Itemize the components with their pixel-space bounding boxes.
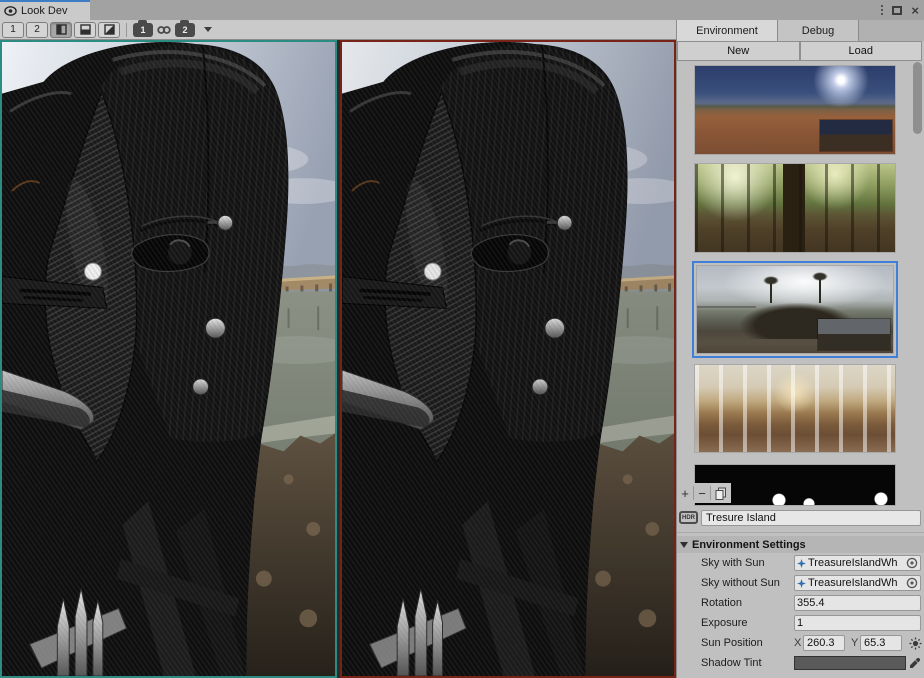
tab-look-dev[interactable]: Look Dev <box>0 0 90 20</box>
exposure-row: Exposure 1 <box>677 615 924 633</box>
rotation-row: Rotation 355.4 <box>677 595 924 613</box>
window-menu-icon[interactable] <box>881 5 883 15</box>
tab-debug[interactable]: Debug <box>778 20 859 41</box>
sun-position-picker-button[interactable] <box>908 636 922 650</box>
link-icon <box>157 25 171 35</box>
sun-icon <box>909 637 922 650</box>
split-horizontal-view-button[interactable] <box>74 22 96 38</box>
env-thumbnail-treasure-island-inset <box>818 319 890 350</box>
shadow-tint-row: Shadow Tint <box>677 655 924 673</box>
hdr-badge-icon: HDR <box>679 511 698 524</box>
env-thumbnail-church-interior[interactable] <box>695 365 895 452</box>
add-environment-button[interactable]: + <box>677 483 693 503</box>
exposure-field[interactable]: 1 <box>794 615 921 631</box>
remove-environment-button[interactable]: − <box>694 483 710 503</box>
environment-name-field[interactable]: Tresure Island <box>701 510 921 526</box>
side-by-side-view-button[interactable] <box>50 22 72 38</box>
tab-environment[interactable]: Environment <box>677 20 778 41</box>
lookdev-toolbar: 1 2 1 <box>0 20 676 40</box>
sun-position-row: Sun Position X 260.3 Y 65.3 <box>677 635 924 653</box>
eyedropper-icon <box>909 657 921 669</box>
thumbnail-palm-tree <box>770 281 772 303</box>
hdr-name-row: HDR Tresure Island <box>677 509 924 529</box>
single-view-1-button[interactable]: 1 <box>2 22 24 38</box>
toolbar-separator <box>126 23 127 37</box>
split-vertical-icon <box>56 24 67 35</box>
object-picker-icon[interactable] <box>906 557 918 569</box>
environment-panel: Environment Debug New Load <box>676 20 924 678</box>
env-thumbnail-desert-sun[interactable] <box>695 66 895 154</box>
new-environment-button[interactable]: New <box>677 41 800 61</box>
env-thumbnail-treasure-island[interactable] <box>697 266 893 353</box>
shadow-tint-color-swatch[interactable] <box>794 656 906 670</box>
link-cameras-button[interactable] <box>155 25 173 35</box>
x-axis-label: X <box>794 637 801 649</box>
environment-settings-header[interactable]: Environment Settings <box>677 536 924 553</box>
render-view-2[interactable] <box>340 40 676 678</box>
camera-1-button[interactable]: 1 <box>133 23 153 37</box>
env-thumbnail-forest[interactable] <box>695 164 895 252</box>
rotation-field[interactable]: 355.4 <box>794 595 921 611</box>
thumbnail-palm-tree <box>819 277 821 303</box>
texture-asset-icon <box>797 579 806 588</box>
maximize-icon[interactable] <box>892 6 902 15</box>
sky-with-sun-object-field[interactable]: TreasureIslandWh <box>794 555 921 571</box>
copy-icon <box>715 487 727 500</box>
texture-asset-icon <box>797 559 806 568</box>
environment-list-toolbar: + − <box>677 483 731 503</box>
tab-strip-filler <box>859 20 924 41</box>
panel-scrollbar[interactable] <box>913 62 922 134</box>
split-horizontal-icon <box>80 24 91 35</box>
window-tab-title: Look Dev <box>21 5 67 17</box>
object-picker-icon[interactable] <box>906 577 918 589</box>
sun-position-y-field[interactable]: 65.3 <box>860 635 902 651</box>
y-axis-label: Y <box>851 637 858 649</box>
env-thumbnail-selected-border <box>692 261 898 358</box>
shadow-tint-eyedropper-button[interactable] <box>908 656 922 670</box>
eye-icon <box>4 6 17 16</box>
split-zone-view-button[interactable] <box>98 22 120 38</box>
sky-with-sun-row: Sky with Sun TreasureIslandWh <box>677 555 924 573</box>
env-thumbnail-desert-sun-inset <box>820 120 892 151</box>
camera-2-button[interactable]: 2 <box>175 23 195 37</box>
camera-options-dropdown[interactable] <box>197 27 219 32</box>
duplicate-environment-button[interactable] <box>711 483 731 503</box>
sky-without-sun-row: Sky without Sun TreasureIslandWh <box>677 575 924 593</box>
lookdev-viewport <box>0 40 676 678</box>
sky-without-sun-object-field[interactable]: TreasureIslandWh <box>794 575 921 591</box>
split-diagonal-icon <box>104 24 115 35</box>
look-dev-window: Look Dev × 1 2 <box>0 0 924 678</box>
load-environment-button[interactable]: Load <box>800 41 923 61</box>
single-view-2-button[interactable]: 2 <box>26 22 48 38</box>
title-bar: Look Dev × <box>0 0 924 20</box>
chevron-down-icon <box>204 27 212 32</box>
panel-tab-strip: Environment Debug <box>677 20 924 41</box>
sun-position-x-field[interactable]: 260.3 <box>803 635 845 651</box>
foldout-triangle-icon <box>680 542 688 548</box>
close-icon[interactable]: × <box>911 4 919 17</box>
render-view-1[interactable] <box>0 40 337 678</box>
